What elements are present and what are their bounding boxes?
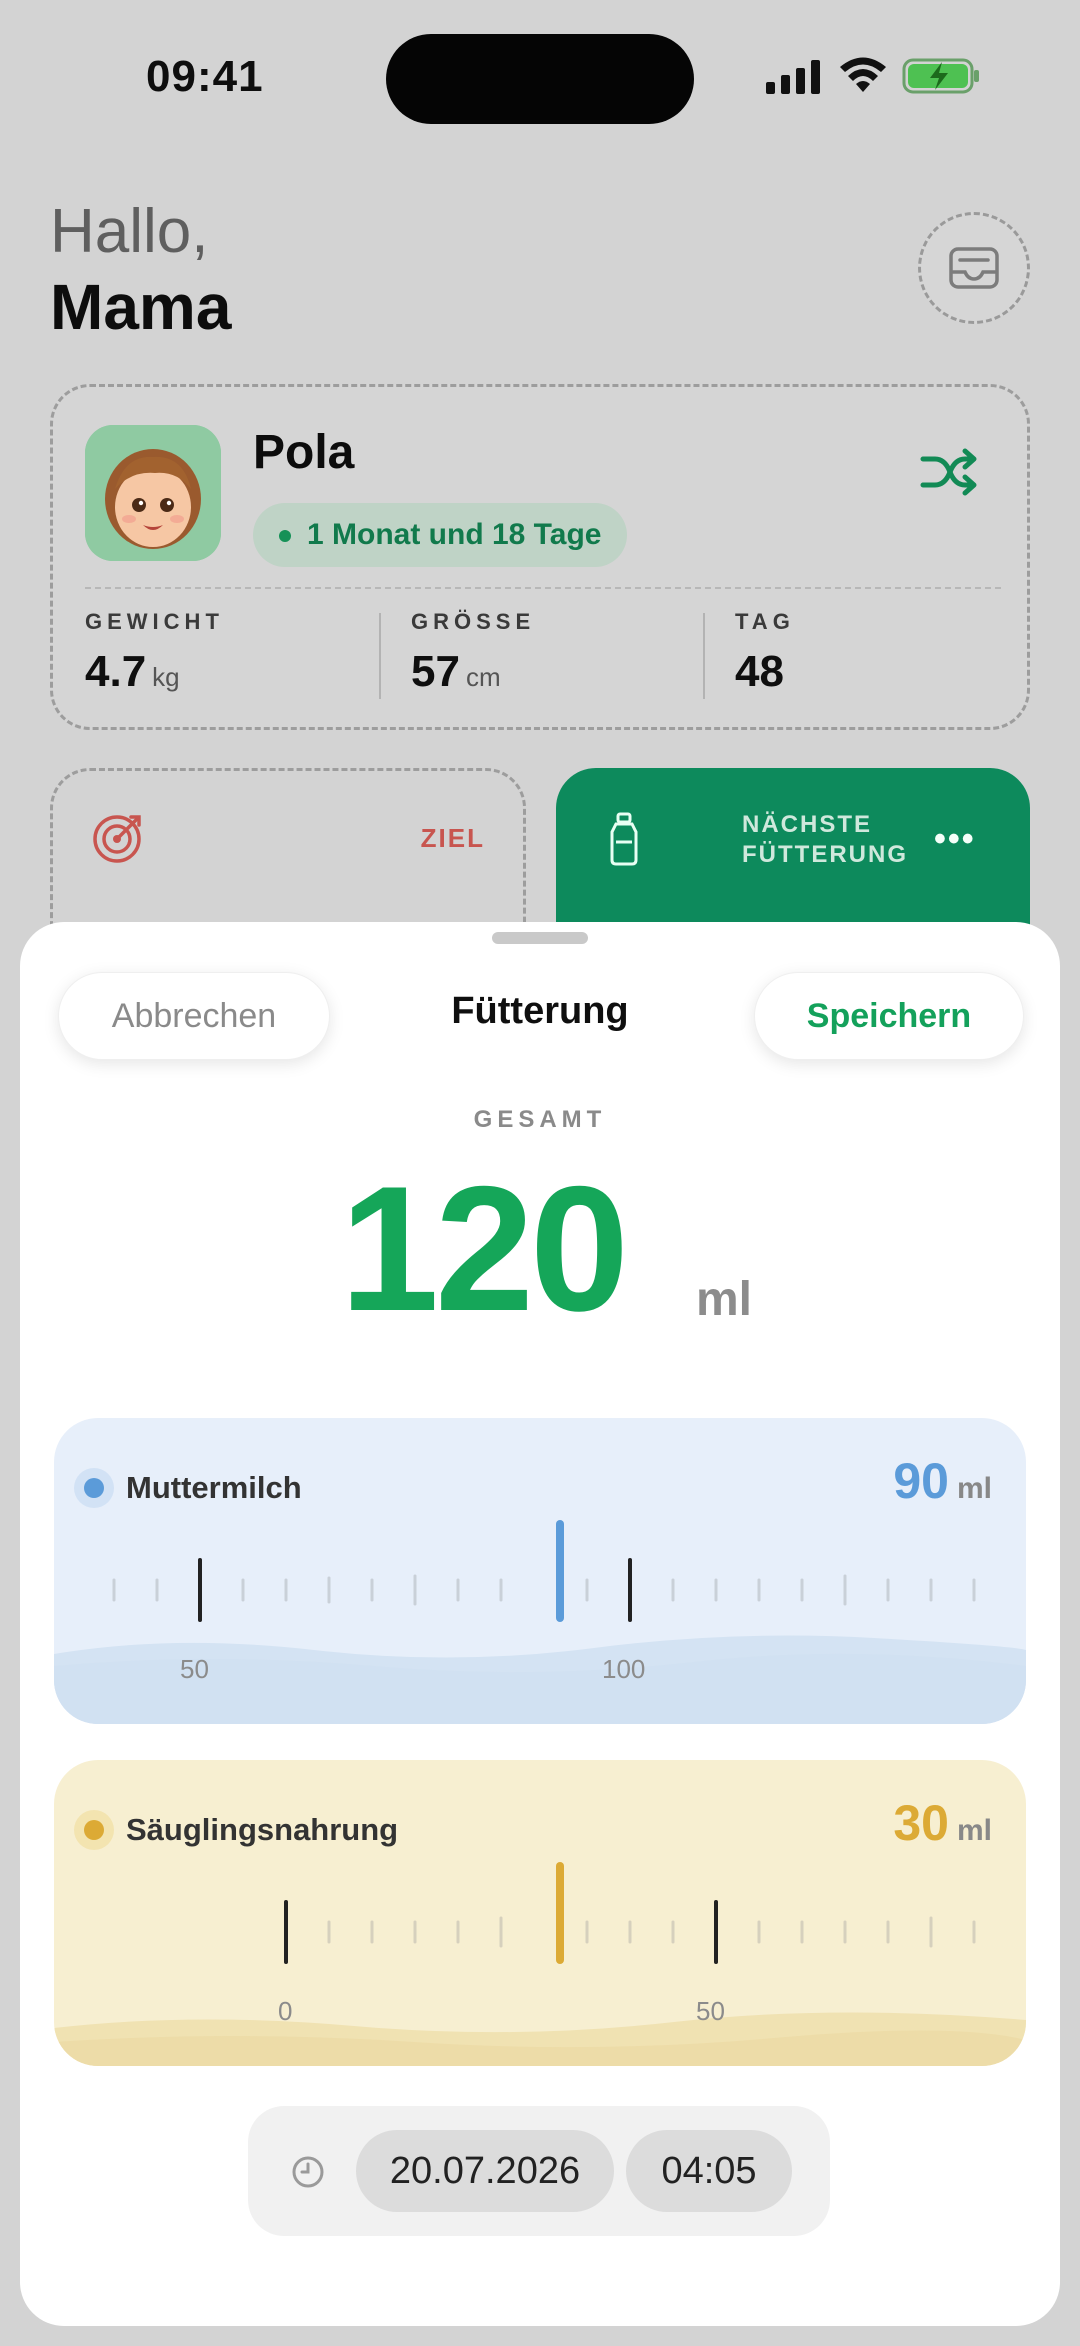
clock-icon bbox=[292, 2156, 324, 2188]
feeding-sheet: Abbrechen Fütterung Speichern GESAMT 120… bbox=[20, 922, 1060, 2326]
datetime-picker: 20.07.2026 04:05 bbox=[248, 2106, 830, 2236]
date-field[interactable]: 20.07.2026 bbox=[356, 2130, 614, 2212]
stat-weight-unit: kg bbox=[152, 662, 180, 692]
baby-avatar bbox=[85, 425, 221, 561]
stat-day-value: 48 bbox=[735, 647, 784, 696]
status-bar: 09:41 bbox=[0, 0, 1080, 150]
stat-separator bbox=[703, 613, 705, 699]
stat-height-label: GRÖSSE bbox=[411, 609, 536, 634]
bottle-icon bbox=[610, 812, 638, 866]
greeting-name: Mama bbox=[50, 271, 232, 343]
next-feeding-label-line2: FÜTTERUNG bbox=[742, 841, 908, 868]
stat-weight-value: 4.7 bbox=[85, 647, 147, 696]
age-badge: 1 Monat und 18 Tage bbox=[253, 503, 628, 567]
shuffle-icon[interactable] bbox=[919, 447, 979, 497]
stat-weight-label: GEWICHT bbox=[85, 609, 224, 634]
battery-charging-icon bbox=[902, 58, 979, 94]
stat-height-unit: cm bbox=[465, 662, 501, 692]
stat-day: TAG 48 bbox=[735, 609, 795, 697]
status-time: 09:41 bbox=[146, 52, 264, 101]
total-value: 120 bbox=[340, 1149, 629, 1348]
target-icon bbox=[93, 815, 141, 863]
stat-day-label: TAG bbox=[735, 609, 795, 634]
wifi-icon bbox=[840, 57, 886, 92]
formula-tick-label-50: 50 bbox=[696, 1996, 725, 2026]
divider bbox=[85, 587, 1001, 589]
save-button[interactable]: Speichern bbox=[754, 972, 1024, 1060]
goal-label: ZIEL bbox=[420, 823, 485, 853]
breastmilk-tick-label-100: 100 bbox=[602, 1654, 646, 1684]
next-feeding-label: NÄCHSTE FÜTTERUNG bbox=[742, 810, 908, 870]
sheet-grabber[interactable] bbox=[492, 932, 588, 944]
next-feeding-label-line1: NÄCHSTE bbox=[742, 811, 873, 838]
greeting-hello: Hallo, bbox=[50, 197, 209, 266]
breastmilk-ruler-card[interactable]: Muttermilch 90 ml 50 100 bbox=[54, 1418, 1026, 1724]
breastmilk-tick-label-50: 50 bbox=[180, 1654, 209, 1684]
stat-weight: GEWICHT 4.7 kg bbox=[85, 609, 224, 697]
inbox-button[interactable] bbox=[918, 212, 1030, 324]
stat-height-value: 57 bbox=[411, 647, 460, 696]
formula-ruler[interactable] bbox=[54, 1760, 1026, 2066]
baby-profile-card[interactable]: Pola 1 Monat und 18 Tage GEWICHT 4.7 kg G… bbox=[50, 384, 1030, 730]
inbox-icon bbox=[949, 247, 999, 289]
signal-icon bbox=[766, 60, 820, 94]
total-unit: ml bbox=[696, 1273, 753, 1326]
time-field[interactable]: 04:05 bbox=[626, 2130, 792, 2212]
total-label: GESAMT bbox=[473, 1106, 607, 1133]
stat-height: GRÖSSE 57 cm bbox=[411, 609, 535, 697]
formula-ruler-card[interactable]: Säuglingsnahrung 30 ml 0 50 bbox=[54, 1760, 1026, 2066]
formula-tick-label-0: 0 bbox=[278, 1996, 293, 2026]
baby-name: Pola bbox=[253, 426, 355, 479]
dynamic-island bbox=[386, 34, 694, 124]
stat-separator bbox=[379, 613, 381, 699]
more-icon[interactable]: ••• bbox=[934, 820, 976, 859]
